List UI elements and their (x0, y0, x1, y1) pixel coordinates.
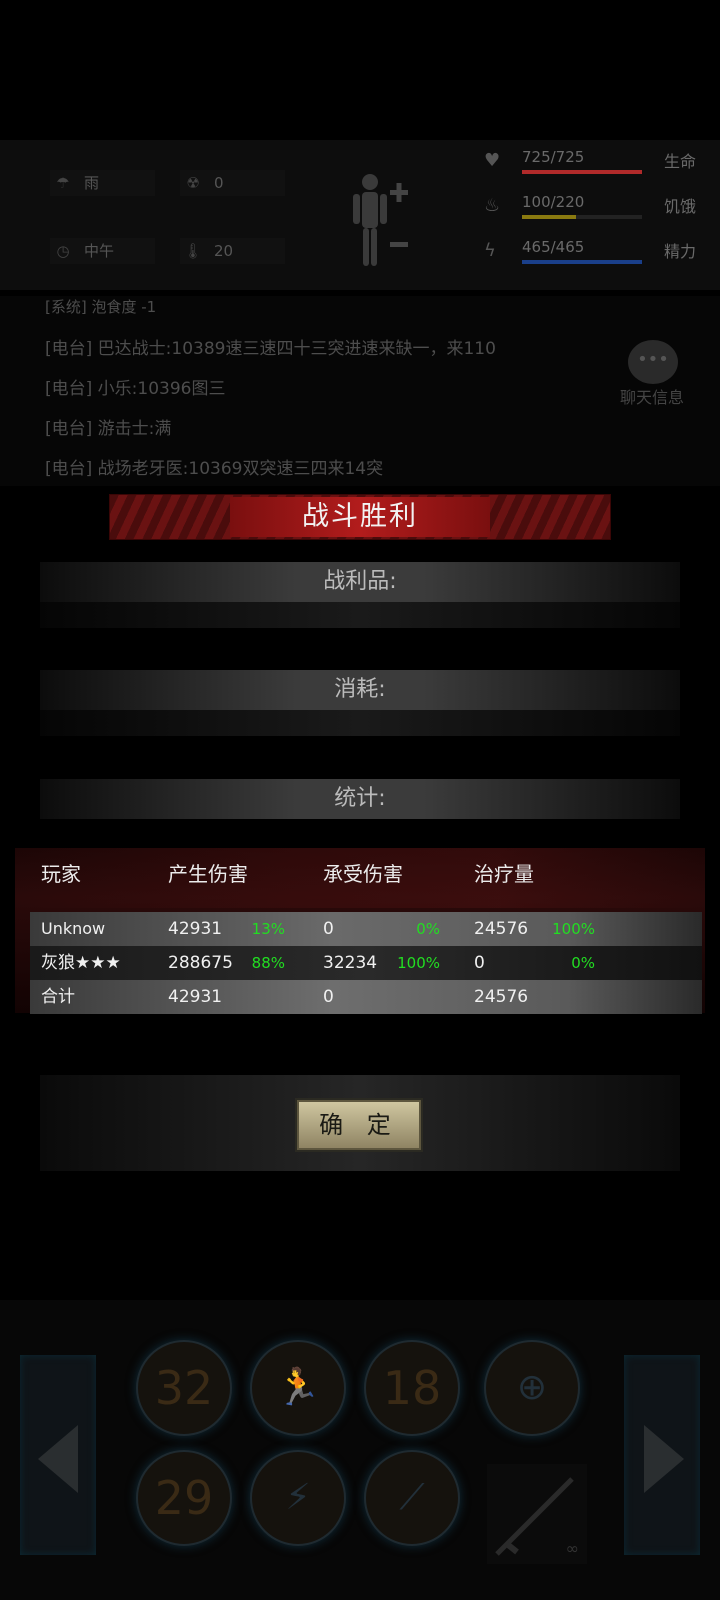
health-bar (522, 170, 642, 174)
time-indicator: ◷ 中午 (50, 238, 155, 264)
radiation-indicator: ☢ 0 (180, 170, 285, 196)
damage-taken-pct: 100% (397, 954, 440, 972)
clock-icon: ◷ (56, 242, 70, 260)
confirm-button[interactable]: 确 定 (297, 1100, 421, 1150)
slash-skill[interactable]: ⟋ (364, 1450, 460, 1546)
damage-taken: 0 (323, 919, 334, 939)
damage-taken-pct: 0% (416, 920, 440, 938)
energy-stat: ϟ 465/465 精力 (478, 236, 698, 270)
crouching-man-icon: ⚡ (285, 1477, 311, 1518)
chat-info-button[interactable]: ••• 聊天信息 (620, 312, 702, 407)
rain-cloud-icon: ☂ (56, 174, 70, 192)
damage-dealt: 288675 (168, 953, 233, 973)
table-row: 灰狼★★★ 288675 88% 32234 100% 0 0% (30, 946, 702, 980)
statistics-header: 统计: (40, 779, 680, 819)
weapon-slot[interactable]: ∞ (487, 1464, 587, 1564)
cooldown-counter: 32 (154, 1361, 214, 1415)
stomach-icon: ♨ (484, 195, 501, 216)
chat-line: [电台] 巴达战士:10389速三速四十三突进速来缺一，来110 (45, 339, 496, 359)
cooldown-skill-3[interactable]: 29 (136, 1450, 232, 1546)
health-stat: ♥ 725/725 生命 (478, 146, 698, 180)
temperature-indicator: 🌡 20 (180, 238, 285, 264)
energy-bar (522, 260, 642, 264)
victory-title: 战斗胜利 (302, 501, 418, 532)
body-figure-icon (353, 174, 408, 266)
heart-icon: ♥ (484, 150, 501, 171)
total-label: 合计 (41, 987, 75, 1007)
arrow-left-icon (38, 1425, 78, 1493)
radiation-icon: ☢ (186, 174, 200, 192)
damage-dealt: 42931 (168, 919, 223, 939)
thermometer-icon: 🌡 (183, 242, 203, 260)
cooldown-counter: 29 (154, 1471, 214, 1525)
claw-slash-icon: ⟋ (399, 1477, 425, 1518)
next-page-button[interactable] (624, 1355, 700, 1555)
cooldown-skill-1[interactable]: 32 (136, 1340, 232, 1436)
damage-taken: 32234 (323, 953, 378, 973)
hunger-stat: ♨ 100/220 饥饿 (478, 191, 698, 225)
energy-icon: ϟ (484, 240, 496, 261)
consumption-header: 消耗: (40, 670, 680, 710)
col-player: 玩家 (41, 862, 81, 886)
player-name: 灰狼★★★ (41, 953, 121, 973)
healing: 24576 (474, 919, 529, 939)
hunger-bar (522, 215, 642, 219)
loot-header: 战利品: (40, 562, 680, 602)
total-damage-dealt: 42931 (168, 987, 223, 1007)
sprint-skill[interactable]: 🏃 (250, 1340, 346, 1436)
chat-line: [系统] 泡食度 -1 (45, 298, 157, 316)
total-healing: 24576 (474, 987, 529, 1007)
skill-bar (0, 1300, 720, 1600)
prev-page-button[interactable] (20, 1355, 96, 1555)
aim-skill[interactable]: ⊕ (484, 1340, 580, 1436)
damage-dealt-pct: 88% (251, 954, 285, 972)
consumption-list (40, 710, 680, 736)
cooldown-skill-2[interactable]: 18 (364, 1340, 460, 1436)
body-status-button[interactable] (350, 170, 410, 270)
healing-pct: 100% (552, 920, 595, 938)
total-row: 合计 42931 0 24576 (30, 980, 702, 1014)
player-name: Unknow (41, 919, 106, 938)
arrow-right-icon (644, 1425, 684, 1493)
healing: 0 (474, 953, 485, 973)
dodge-skill[interactable]: ⚡ (250, 1450, 346, 1546)
total-damage-taken: 0 (323, 987, 334, 1007)
table-row: Unknow 42931 13% 0 0% 24576 100% (30, 912, 702, 946)
col-healing: 治疗量 (474, 862, 534, 886)
col-damage-taken: 承受伤害 (323, 862, 403, 886)
loot-list (40, 602, 680, 628)
ammo-count: ∞ (565, 1539, 579, 1558)
cooldown-counter: 18 (382, 1361, 442, 1415)
chat-line: [电台] 战场老牙医:10369双突速三四来14突 (45, 459, 384, 479)
damage-dealt-pct: 13% (251, 920, 285, 938)
weather-indicator: ☂ 雨 (50, 170, 155, 196)
chat-line: [电台] 小乐:10396图三 (45, 379, 226, 399)
chat-line: [电台] 游击士:满 (45, 419, 172, 439)
chat-bubble-icon: ••• (628, 340, 678, 384)
running-man-icon: 🏃 (275, 1367, 321, 1408)
crosshair-icon: ⊕ (516, 1367, 548, 1408)
col-damage-dealt: 产生伤害 (168, 862, 248, 886)
healing-pct: 0% (571, 954, 595, 972)
